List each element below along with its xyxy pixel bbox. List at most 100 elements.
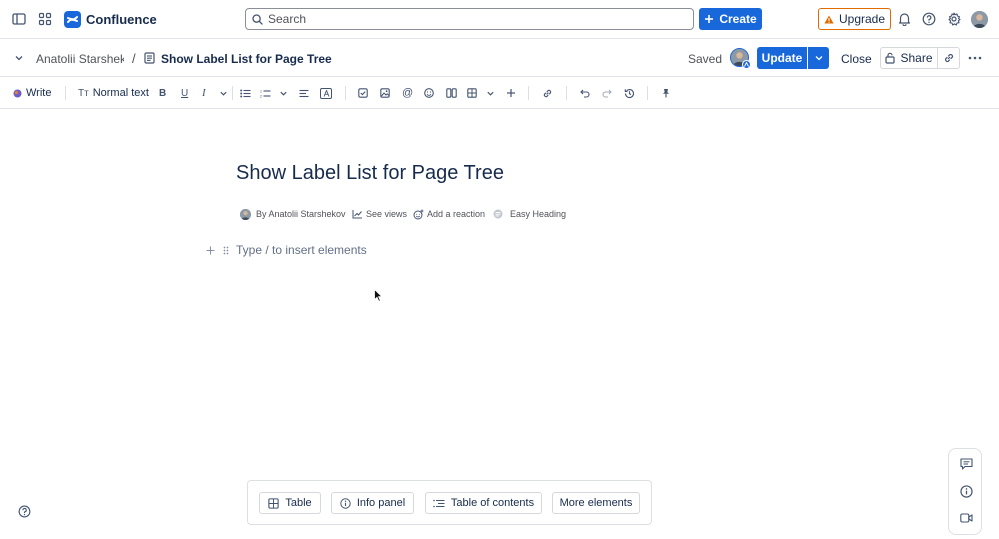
pin-toolbar-button[interactable]: [661, 77, 671, 109]
action-item-button[interactable]: [358, 77, 368, 109]
ai-write-icon: [13, 89, 22, 97]
align-left-icon: [299, 89, 309, 97]
bullet-list-icon: [240, 89, 251, 97]
list-options-button[interactable]: [279, 77, 288, 109]
link-icon: [944, 53, 953, 63]
copy-link-button[interactable]: [938, 47, 960, 69]
mention-icon: @: [402, 87, 414, 99]
mouse-cursor-icon: [374, 289, 383, 302]
version-history-button[interactable]: [624, 77, 635, 109]
chevron-down-icon[interactable]: [14, 53, 24, 63]
insert-table-label: Table: [285, 497, 312, 509]
close-button[interactable]: Close: [841, 52, 872, 66]
update-button[interactable]: Update: [757, 47, 807, 69]
video-record-icon[interactable]: [958, 510, 974, 526]
info-icon: [340, 497, 351, 509]
more-elements-label: More elements: [559, 497, 633, 509]
sidebar-toggle-icon[interactable]: [12, 12, 26, 26]
create-button[interactable]: Create: [699, 8, 762, 30]
emoji-button[interactable]: [424, 77, 434, 109]
upgrade-button[interactable]: Upgrade: [818, 8, 891, 30]
page-info-icon[interactable]: [958, 483, 974, 499]
upgrade-label: Upgrade: [838, 12, 886, 26]
toolbar-divider: [647, 86, 648, 100]
italic-button[interactable]: I: [202, 77, 206, 109]
help-icon[interactable]: [922, 12, 936, 26]
add-reaction-button[interactable]: Add a reaction: [413, 207, 485, 221]
insert-more-button[interactable]: [506, 77, 516, 109]
mention-button[interactable]: @: [402, 77, 413, 109]
bold-icon: B: [159, 87, 167, 99]
quick-insert-bar: Table Info panel Table of contents More …: [247, 480, 652, 525]
italic-icon: I: [202, 87, 206, 99]
pin-icon: [663, 89, 669, 98]
emoji-icon: [424, 88, 434, 98]
toolbar-divider: [65, 86, 66, 100]
chevron-down-icon: [220, 91, 227, 96]
write-mode-button[interactable]: Write: [13, 77, 51, 109]
bullet-list-button[interactable]: [240, 77, 251, 109]
table-icon: [467, 88, 477, 98]
user-avatar[interactable]: [971, 11, 988, 28]
collaborator-avatar[interactable]: [730, 48, 751, 69]
settings-gear-icon[interactable]: [947, 12, 961, 26]
add-block-icon[interactable]: [206, 246, 215, 255]
side-rail: [948, 448, 982, 535]
breadcrumb-separator: /: [132, 51, 136, 66]
svg-text:2: 2: [260, 94, 262, 98]
search-input[interactable]: Search: [245, 8, 694, 30]
plus-icon: [507, 89, 515, 97]
chevron-down-icon: [815, 56, 822, 61]
table-button[interactable]: [467, 77, 477, 109]
document-title[interactable]: Show Label List for Page Tree: [236, 162, 504, 185]
update-options-button[interactable]: [808, 47, 829, 69]
see-views-button[interactable]: See views: [352, 207, 407, 221]
add-reaction-icon: [413, 209, 424, 219]
table-options-button[interactable]: [486, 77, 495, 109]
drag-handle-icon[interactable]: [223, 246, 229, 255]
bold-button[interactable]: B: [159, 77, 166, 109]
image-button[interactable]: [380, 77, 390, 109]
image-icon: [380, 88, 390, 98]
app-switcher-icon[interactable]: [38, 12, 52, 26]
share-label: Share: [900, 51, 933, 65]
more-elements-button[interactable]: More elements: [552, 492, 640, 514]
text-style-dropdown[interactable]: Tт Normal text: [78, 77, 149, 109]
history-icon: [624, 88, 635, 98]
confluence-logo-icon: [64, 11, 81, 28]
confluence-logo[interactable]: Confluence: [64, 11, 157, 28]
notifications-bell-icon[interactable]: [898, 12, 911, 26]
breadcrumb-author[interactable]: Anatolii Starshekov: [36, 52, 124, 66]
more-formatting-button[interactable]: [219, 77, 228, 109]
page-header: Anatolii Starshekov / Show Label List fo…: [0, 39, 999, 77]
toolbar-divider: [345, 86, 346, 100]
more-options-icon[interactable]: [968, 56, 982, 60]
breadcrumb-page-title[interactable]: Show Label List for Page Tree: [161, 52, 332, 66]
underline-icon: U: [181, 87, 189, 99]
text-style-icon: Tт: [78, 87, 89, 99]
help-icon[interactable]: [18, 505, 31, 518]
insert-table-of-contents-button[interactable]: Table of contents: [425, 492, 542, 514]
alignment-button[interactable]: [299, 77, 309, 109]
undo-button[interactable]: [580, 77, 590, 109]
byline[interactable]: By Anatolii Starshekov: [240, 207, 346, 221]
redo-button[interactable]: [602, 77, 612, 109]
checkbox-icon: [358, 88, 368, 98]
underline-button[interactable]: U: [181, 77, 188, 109]
comments-icon[interactable]: [958, 456, 974, 472]
analytics-chart-icon: [352, 210, 362, 219]
chevron-down-icon: [280, 91, 287, 96]
easy-heading-button[interactable]: Easy Heading: [493, 207, 566, 221]
toolbar-divider: [566, 86, 567, 100]
editor-toolbar: Write Tт Normal text B U I 12 @: [0, 77, 999, 109]
save-status: Saved: [688, 52, 723, 66]
insert-info-panel-button[interactable]: Info panel: [331, 492, 414, 514]
insert-table-button[interactable]: Table: [259, 492, 321, 514]
table-icon: [268, 497, 280, 509]
share-button[interactable]: Share: [880, 47, 938, 69]
layouts-button[interactable]: [446, 77, 457, 109]
text-color-button[interactable]: [320, 77, 332, 109]
numbered-list-button[interactable]: 12: [260, 77, 271, 109]
editor-body-placeholder[interactable]: Type / to insert elements: [236, 243, 367, 257]
link-button[interactable]: [542, 77, 553, 109]
